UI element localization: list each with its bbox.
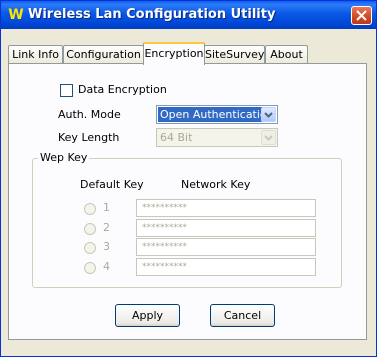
default-key-label-1: 1 (103, 201, 110, 214)
default-key-radio-4[interactable] (84, 262, 96, 274)
network-key-header: Network Key (181, 178, 251, 191)
default-key-radio-1[interactable] (84, 203, 96, 215)
auth-mode-label: Auth. Mode (58, 108, 121, 121)
cancel-button[interactable]: Cancel (210, 304, 275, 327)
tab-link-info[interactable]: Link Info (8, 45, 63, 64)
main-window: W Wireless Lan Configuration Utility Lin… (0, 0, 377, 357)
tab-sitesurvey[interactable]: SiteSurvey (204, 45, 265, 64)
wireless-w-icon: W (8, 7, 24, 23)
key-length-select[interactable]: 64 Bit (156, 128, 278, 147)
apply-button[interactable]: Apply (115, 304, 180, 327)
data-encryption-label: Data Encryption (78, 83, 167, 96)
auth-mode-dropdown-button[interactable] (261, 107, 276, 122)
chevron-down-icon (264, 112, 273, 118)
network-key-field-2[interactable]: ********** (136, 219, 316, 237)
chevron-down-icon (264, 135, 273, 141)
network-key-field-1[interactable]: ********** (136, 199, 316, 217)
key-length-dropdown-button[interactable] (261, 130, 276, 145)
network-key-field-3[interactable]: ********** (136, 238, 316, 256)
tab-configuration[interactable]: Configuration (63, 45, 144, 64)
default-key-header: Default Key (80, 178, 144, 191)
close-icon (356, 10, 367, 21)
key-length-value: 64 Bit (160, 131, 193, 144)
default-key-label-2: 2 (103, 221, 110, 234)
auth-mode-select[interactable]: Open Authentication (156, 105, 278, 124)
title-bar[interactable]: W Wireless Lan Configuration Utility (1, 1, 376, 29)
tab-about[interactable]: About (265, 45, 308, 64)
default-key-radio-3[interactable] (84, 242, 96, 254)
auth-mode-value: Open Authentication (158, 107, 274, 122)
window-title: Wireless Lan Configuration Utility (28, 7, 276, 22)
default-key-label-3: 3 (103, 240, 110, 253)
wep-key-group-label: Wep Key (38, 151, 90, 164)
network-key-field-4[interactable]: ********** (136, 258, 316, 276)
data-encryption-checkbox[interactable] (60, 84, 73, 97)
key-length-label: Key Length (58, 131, 120, 144)
default-key-radio-2[interactable] (84, 223, 96, 235)
default-key-label-4: 4 (103, 260, 110, 273)
close-button[interactable] (351, 6, 372, 25)
tab-encryption[interactable]: Encryption (143, 42, 205, 65)
